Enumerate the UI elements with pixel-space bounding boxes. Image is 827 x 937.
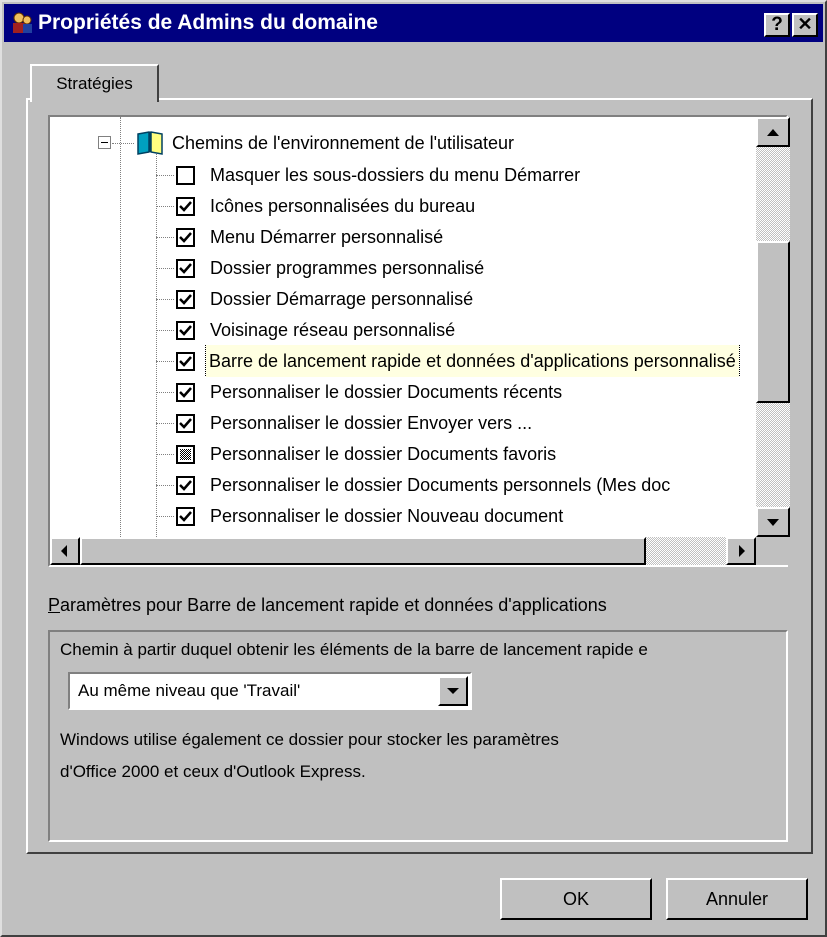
vertical-scrollbar[interactable]: [756, 117, 790, 537]
tree-item[interactable]: Icônes personnalisées du bureau: [50, 190, 756, 222]
tab-strategies[interactable]: Stratégies: [30, 64, 159, 102]
checkbox-checked[interactable]: [176, 476, 195, 495]
checkbox-checked[interactable]: [176, 197, 195, 216]
tree-line: [156, 392, 174, 393]
checkbox-indeterminate[interactable]: [176, 445, 195, 464]
tree-item-label: Dossier programmes personnalisé: [210, 258, 485, 278]
arrow-right-icon: [739, 545, 745, 557]
tree-item-label: Personnaliser le dossier Documents récen…: [210, 382, 563, 402]
tree-item[interactable]: Dossier programmes personnalisé: [50, 252, 756, 284]
tree-item[interactable]: Personnaliser le dossier Documents récen…: [50, 376, 756, 408]
check-icon: [179, 263, 192, 274]
tree-content: Chemins de l'environnement de l'utilisat…: [50, 117, 758, 537]
tree-line: [156, 299, 174, 300]
scroll-down-button[interactable]: [756, 507, 790, 537]
check-icon: [179, 387, 192, 398]
checkbox-checked[interactable]: [176, 507, 195, 526]
tree-item[interactable]: Masquer les sous-dossiers du menu Démarr…: [50, 159, 756, 191]
tree-item-label: Masquer les sous-dossiers du menu Démarr…: [210, 165, 581, 185]
check-icon: [179, 232, 192, 243]
window-title: Propriétés de Admins du domaine: [38, 11, 378, 34]
checkbox-checked[interactable]: [176, 383, 195, 402]
tree-line: [156, 206, 174, 207]
checkbox-unchecked[interactable]: [176, 166, 195, 185]
checkbox-checked[interactable]: [176, 321, 195, 340]
scroll-thumb[interactable]: [756, 241, 790, 403]
checkbox-checked[interactable]: [176, 228, 195, 247]
scroll-corner: [756, 537, 790, 565]
tree-item[interactable]: Menu Démarrer personnalisé: [50, 221, 756, 253]
tree-line: [156, 516, 174, 517]
chevron-down-icon: [447, 688, 459, 694]
tree-item-label: Icônes personnalisées du bureau: [210, 196, 476, 216]
tree-line: [156, 268, 174, 269]
help-button[interactable]: ?: [764, 13, 790, 37]
tree-item-label: Barre de lancement rapide et données d'a…: [205, 345, 740, 377]
combo-value: Au même niveau que 'Travail': [78, 681, 301, 700]
combo-dropdown-button[interactable]: [438, 676, 468, 706]
arrow-up-icon: [767, 129, 779, 136]
close-icon: ✕: [797, 14, 813, 34]
scroll-left-button[interactable]: [50, 537, 80, 565]
tree-item-label: Dossier Démarrage personnalisé: [210, 289, 474, 309]
settings-heading: Paramètres pour Barre de lancement rapid…: [48, 595, 607, 615]
settings-panel: Chemin à partir duquel obtenir les éléme…: [48, 630, 788, 842]
check-icon: [179, 201, 192, 212]
description-line-2: d'Office 2000 et ceux d'Outlook Express.: [60, 762, 366, 781]
tree-parent-label: Chemins de l'environnement de l'utilisat…: [172, 133, 515, 153]
tree-line: [156, 175, 174, 176]
tree-item-label: Personnaliser le dossier Documents perso…: [210, 475, 671, 495]
tree-line: [156, 361, 174, 362]
tree-item-label: Personnaliser le dossier Nouveau documen…: [210, 506, 564, 526]
ok-button[interactable]: OK: [500, 878, 652, 920]
hscroll-thumb[interactable]: [80, 537, 646, 565]
close-button[interactable]: ✕: [792, 13, 818, 37]
tree-item-label: Menu Démarrer personnalisé: [210, 227, 444, 247]
policy-tree[interactable]: Chemins de l'environnement de l'utilisat…: [48, 115, 790, 567]
tree-item[interactable]: Personnaliser le dossier Envoyer vers ..…: [50, 407, 756, 439]
check-icon: [179, 511, 192, 522]
title-bar[interactable]: Propriétés de Admins du domaine ? ✕: [4, 4, 823, 42]
checkbox-checked[interactable]: [176, 290, 195, 309]
scroll-right-button[interactable]: [726, 537, 756, 565]
tree-item[interactable]: Personnaliser le dossier Documents perso…: [50, 469, 756, 501]
tree-item-label: Voisinage réseau personnalisé: [210, 320, 456, 340]
tree-line: [156, 485, 174, 486]
check-icon: [179, 294, 192, 305]
tree-item[interactable]: Personnaliser le dossier Nouveau documen…: [50, 500, 756, 532]
check-icon: [179, 356, 192, 367]
arrow-down-icon: [767, 519, 779, 526]
check-icon: [179, 480, 192, 491]
scroll-up-button[interactable]: [756, 117, 790, 147]
collapse-icon[interactable]: [98, 136, 111, 149]
path-label: Chemin à partir duquel obtenir les éléme…: [60, 640, 648, 659]
check-icon: [179, 325, 192, 336]
checkbox-checked[interactable]: [176, 352, 195, 371]
checkbox-checked[interactable]: [176, 414, 195, 433]
arrow-left-icon: [61, 545, 67, 557]
location-combobox[interactable]: Au même niveau que 'Travail': [68, 672, 472, 710]
tree-item[interactable]: Barre de lancement rapide et données d'a…: [50, 345, 827, 377]
tree-line: [156, 423, 174, 424]
check-icon: [179, 418, 192, 429]
description-line-1: Windows utilise également ce dossier pou…: [60, 730, 559, 749]
tree-node-parent[interactable]: Chemins de l'environnement de l'utilisat…: [50, 127, 827, 159]
checkbox-checked[interactable]: [176, 259, 195, 278]
tree-item-label: Personnaliser le dossier Envoyer vers ..…: [210, 413, 533, 433]
tree-line: [156, 330, 174, 331]
tree-item[interactable]: Voisinage réseau personnalisé: [50, 314, 756, 346]
tree-line: [156, 454, 174, 455]
horizontal-scrollbar[interactable]: [50, 537, 756, 565]
users-icon: [10, 11, 34, 35]
indeterminate-icon: [180, 449, 191, 460]
cancel-button[interactable]: Annuler: [666, 878, 808, 920]
tree-item-label: Personnaliser le dossier Documents favor…: [210, 444, 557, 464]
tree-line: [156, 237, 174, 238]
tree-line: [112, 143, 134, 144]
tree-item[interactable]: Personnaliser le dossier Documents favor…: [50, 438, 756, 470]
tree-item[interactable]: Dossier Démarrage personnalisé: [50, 283, 756, 315]
